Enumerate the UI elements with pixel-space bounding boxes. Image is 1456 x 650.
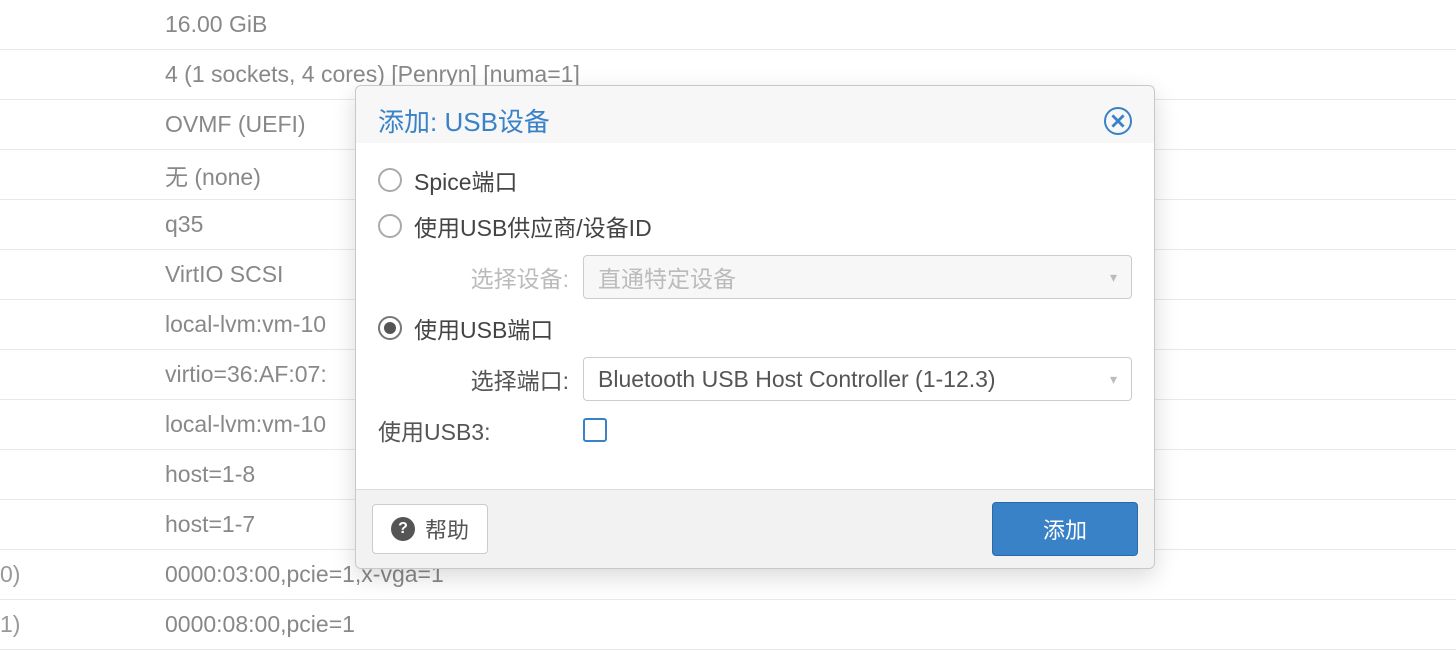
- select-port-dropdown[interactable]: Bluetooth USB Host Controller (1-12.3) ▾: [583, 357, 1132, 401]
- dialog-footer: ? 帮助 添加: [356, 489, 1154, 568]
- select-port-label: 选择端口:: [378, 362, 583, 396]
- add-button[interactable]: 添加: [992, 502, 1138, 556]
- usb3-label: 使用USB3:: [378, 413, 583, 447]
- table-row[interactable]: 1) 0000:08:00,pcie=1: [0, 600, 1456, 650]
- close-button[interactable]: [1104, 107, 1132, 135]
- radio-usb-port[interactable]: [378, 316, 402, 340]
- select-device-dropdown: 直通特定设备 ▾: [583, 255, 1132, 299]
- select-port-value: Bluetooth USB Host Controller (1-12.3): [598, 366, 996, 393]
- select-device-label: 选择设备:: [378, 260, 583, 294]
- chevron-down-icon: ▾: [1110, 371, 1117, 388]
- radio-vendor-label: 使用USB供应商/设备ID: [414, 209, 652, 243]
- help-label: 帮助: [425, 513, 469, 545]
- dialog-title: 添加: USB设备: [378, 102, 550, 139]
- dialog-body: Spice端口 使用USB供应商/设备ID 选择设备: 直通特定设备 ▾ 使用U…: [356, 143, 1154, 489]
- radio-usb-vendor-id[interactable]: [378, 214, 402, 238]
- help-icon: ?: [391, 517, 415, 541]
- dialog-header: 添加: USB设备: [356, 86, 1154, 143]
- table-row[interactable]: 16.00 GiB: [0, 0, 1456, 50]
- radio-port-label: 使用USB端口: [414, 311, 553, 345]
- radio-spice-port[interactable]: [378, 168, 402, 192]
- add-usb-device-dialog: 添加: USB设备 Spice端口 使用USB供应商/设备ID 选择设备: 直通…: [355, 85, 1155, 569]
- radio-spice-label: Spice端口: [414, 163, 518, 197]
- select-device-value: 直通特定设备: [598, 260, 736, 294]
- usb3-checkbox[interactable]: [583, 418, 607, 442]
- close-icon: [1111, 114, 1125, 128]
- chevron-down-icon: ▾: [1110, 269, 1117, 286]
- help-button[interactable]: ? 帮助: [372, 504, 488, 554]
